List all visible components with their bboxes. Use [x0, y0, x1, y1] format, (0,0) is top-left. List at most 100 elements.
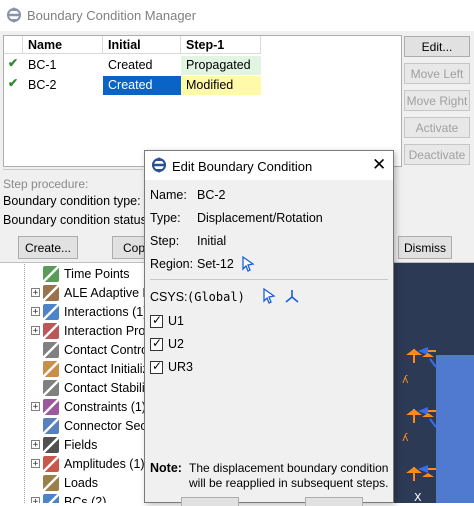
- csys-label: CSYS:: [150, 290, 188, 304]
- bc-table[interactable]: Name Initial Step-1 ✔ BC-1 Created Propa…: [3, 35, 402, 167]
- bc-step-cell[interactable]: Modified: [181, 76, 261, 95]
- cancel-button[interactable]: [305, 497, 363, 506]
- tree-item[interactable]: + Fields: [31, 435, 97, 454]
- time-points-icon: [43, 265, 59, 282]
- expand-icon[interactable]: +: [31, 440, 40, 450]
- tree-item[interactable]: Time Points: [31, 264, 130, 283]
- select-csys-arrow-icon[interactable]: [262, 288, 276, 304]
- contact-initialization-icon: [43, 360, 59, 377]
- expand-icon[interactable]: +: [31, 497, 40, 503]
- expand-icon[interactable]: +: [31, 326, 40, 336]
- tree-item[interactable]: Loads: [31, 473, 98, 492]
- column-header-initial[interactable]: Initial: [103, 36, 181, 54]
- interactions-icon: [43, 303, 59, 320]
- contact-stabilization-icon: [43, 379, 59, 396]
- interaction-properties-icon: [43, 322, 59, 339]
- bc-initial-cell-selected[interactable]: Created: [103, 76, 181, 95]
- tree-item-label: Interaction Prop: [64, 323, 146, 338]
- expand-icon[interactable]: +: [31, 459, 40, 469]
- column-header-name[interactable]: Name: [23, 36, 103, 54]
- abaqus-app-icon: [7, 7, 21, 23]
- note-label: Note:: [150, 461, 182, 475]
- bc-status-label: Boundary condition status:: [3, 213, 151, 227]
- tree-item[interactable]: + Constraints (1): [31, 397, 146, 416]
- select-region-arrow-icon[interactable]: [241, 256, 255, 272]
- expand-icon[interactable]: +: [31, 288, 40, 298]
- tree-connector-line: [24, 255, 25, 503]
- tree-item[interactable]: + BCs (2): [31, 492, 106, 503]
- tree-item-label: Time Points: [64, 266, 130, 281]
- tree-item[interactable]: + ALE Adaptive M: [31, 283, 146, 302]
- name-value: BC-2: [197, 188, 226, 202]
- tree-item[interactable]: + Interaction Prop: [31, 321, 146, 340]
- bc-initial-cell[interactable]: Created: [103, 56, 181, 75]
- deactivate-button[interactable]: Deactivate: [404, 144, 470, 165]
- contact-controls-icon: [43, 341, 59, 358]
- tree-item[interactable]: Connector Sect: [31, 416, 146, 435]
- ur3-checkbox[interactable]: [150, 359, 163, 374]
- move-right-button[interactable]: Move Right: [404, 90, 470, 111]
- expand-icon[interactable]: +: [31, 307, 40, 317]
- amplitudes-icon: [43, 455, 59, 472]
- bc-name-cell[interactable]: BC-2: [23, 76, 103, 95]
- create-button[interactable]: Create...: [18, 236, 78, 259]
- ok-button[interactable]: [181, 497, 239, 506]
- svg-text:X: X: [414, 491, 422, 503]
- column-header-step1[interactable]: Step-1: [181, 36, 261, 54]
- tree-item-label: Interactions (1): [64, 304, 146, 319]
- tree-item[interactable]: Contact Contro: [31, 340, 146, 359]
- dismiss-button[interactable]: Dismiss: [398, 236, 452, 259]
- active-check-icon: ✔: [8, 56, 19, 70]
- activate-button[interactable]: Activate: [404, 117, 470, 138]
- name-label: Name:: [150, 188, 187, 202]
- edit-button[interactable]: Edit...: [404, 36, 470, 57]
- region-label: Region:: [150, 257, 194, 271]
- tree-item[interactable]: Contact Initializ: [31, 359, 146, 378]
- move-left-button[interactable]: Move Left: [404, 63, 470, 84]
- tree-item[interactable]: Contact Stabiliz: [31, 378, 146, 397]
- close-icon[interactable]: ✕: [372, 155, 386, 175]
- expand-icon[interactable]: +: [31, 402, 40, 412]
- u2-checkbox[interactable]: [150, 336, 163, 351]
- viewport[interactable]: ʎ ʎ X: [392, 255, 474, 503]
- step-value: Initial: [197, 234, 227, 248]
- bc-name-cell[interactable]: BC-1: [23, 56, 103, 75]
- u1-label: U1: [168, 314, 184, 328]
- tree-item-label: BCs (2): [64, 494, 107, 504]
- svg-text:ʎ: ʎ: [402, 373, 409, 386]
- note-line-2: will be reapplied in subsequent steps.: [189, 476, 389, 490]
- bc-type-label: Boundary condition type:: [3, 194, 141, 208]
- tree-item-label: Contact Stabiliz: [64, 380, 146, 395]
- u2-label: U2: [168, 337, 184, 351]
- svg-text:ʎ: ʎ: [402, 431, 409, 444]
- create-csys-icon[interactable]: [284, 288, 300, 304]
- bc-manager-title: Boundary Condition Manager: [27, 8, 197, 23]
- connector-sections-icon: [43, 417, 59, 434]
- table-header-corner: [4, 36, 23, 54]
- tree-item-label: Constraints (1): [64, 399, 146, 414]
- bcs-icon: [43, 493, 59, 503]
- bc-manager-titlebar[interactable]: Boundary Condition Manager: [0, 0, 474, 31]
- viewport-model: ʎ ʎ X: [402, 347, 474, 503]
- u1-checkbox[interactable]: [150, 313, 163, 328]
- tree-item[interactable]: + Amplitudes (1): [31, 454, 145, 473]
- edit-bc-titlebar[interactable]: Edit Boundary Condition ✕: [145, 151, 393, 180]
- tree-item-label: Fields: [64, 437, 98, 452]
- ur3-label: UR3: [168, 360, 194, 374]
- tree-item-label: ALE Adaptive M: [64, 285, 146, 300]
- bc-step-cell[interactable]: Propagated: [181, 56, 261, 75]
- csys-value: (Global): [187, 290, 245, 304]
- tree-item-label: Contact Contro: [64, 342, 146, 357]
- edit-bc-dialog: Edit Boundary Condition ✕ Name: BC-2 Typ…: [144, 150, 394, 506]
- part-body: [436, 355, 474, 503]
- step-procedure-label: Step procedure:: [3, 177, 89, 191]
- tree-item[interactable]: + Interactions (1): [31, 302, 146, 321]
- tree-item-label: Contact Initializ: [64, 361, 146, 376]
- separator: [3, 169, 143, 170]
- type-value: Displacement/Rotation: [197, 211, 323, 225]
